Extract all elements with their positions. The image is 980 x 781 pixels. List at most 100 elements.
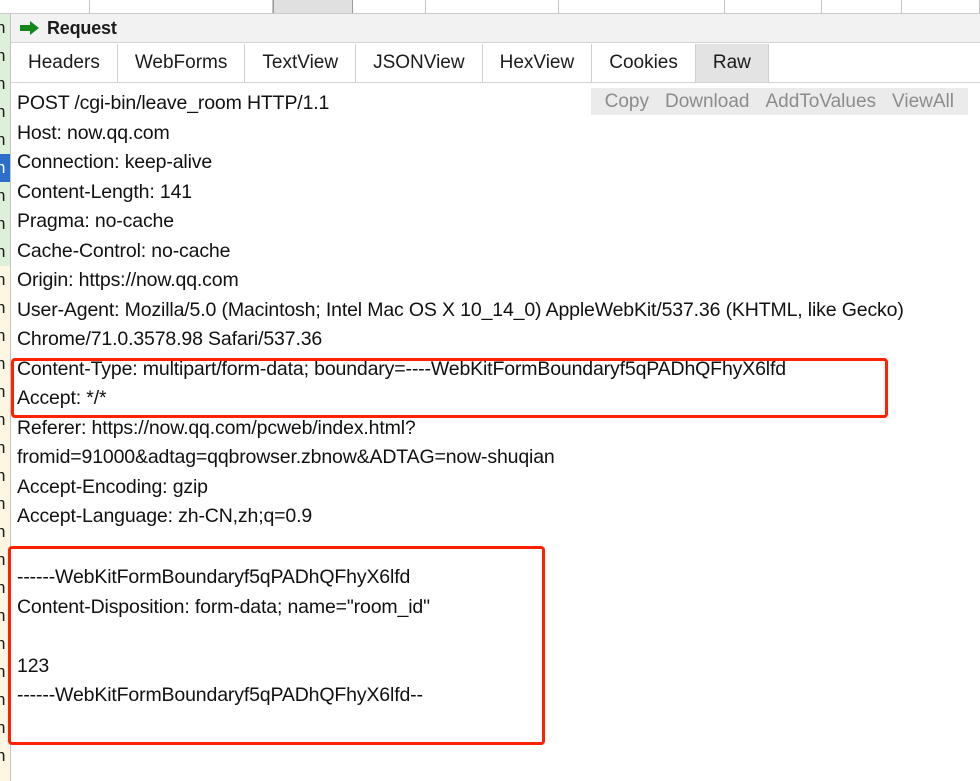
session-row-3[interactable]: n [0, 98, 10, 126]
session-row-label: n [0, 350, 5, 378]
session-grid-column-8[interactable] [902, 0, 980, 13]
session-grid-header-strip [0, 0, 980, 14]
session-grid-column-2[interactable] [273, 0, 353, 13]
session-row-17[interactable]: n [0, 490, 10, 518]
tab-cookies[interactable]: Cookies [592, 44, 696, 82]
raw-header-after-line-3: Accept-Language: zh-CN,zh;q=0.9 [17, 505, 313, 527]
session-row-20[interactable]: n [0, 574, 10, 602]
session-row-label: n [0, 434, 5, 462]
session-row-label: n [0, 406, 5, 434]
download-button[interactable]: Download [657, 91, 758, 113]
session-row-label: n [0, 70, 5, 98]
session-row-label: n [0, 210, 5, 238]
session-grid-column-7[interactable] [822, 0, 902, 13]
session-row-label: n [0, 294, 5, 322]
tab-textview[interactable]: TextView [245, 44, 357, 82]
session-row-6[interactable]: n [0, 182, 10, 210]
inspector-tab-bar[interactable]: Headers WebForms TextView JSONView HexView Co… [11, 44, 980, 83]
tab-headers[interactable]: Headers [11, 44, 118, 82]
raw-highlighted-header-line-1: Accept: */* [17, 387, 107, 409]
session-row-label: n [0, 714, 5, 742]
tab-bar-filler [768, 44, 980, 82]
session-grid-column-0[interactable] [0, 0, 90, 13]
raw-body-line-1: Content-Disposition: form-data; name="ro… [17, 595, 430, 618]
raw-header-after-line-0: Referer: https://now.qq.com/pcweb/index.… [17, 416, 416, 439]
session-row-8[interactable]: n [0, 238, 10, 266]
session-row-label: n [0, 658, 5, 686]
session-row-22[interactable]: n [0, 630, 10, 658]
session-grid-column-1[interactable] [90, 0, 273, 13]
raw-header-line-5: Origin: https://now.qq.com [17, 269, 239, 291]
raw-header-after-line-2: Accept-Encoding: gzip [17, 475, 208, 498]
session-row-16[interactable]: n [0, 462, 10, 490]
raw-user-agent-line: User-Agent: Mozilla/5.0 (Macintosh; Inte… [17, 298, 909, 351]
session-grid-column-3[interactable] [353, 0, 426, 13]
session-row-26[interactable]: n [0, 742, 10, 770]
session-row-label: n [0, 490, 5, 518]
session-row-label: n [0, 14, 5, 42]
session-row-23[interactable]: n [0, 658, 10, 686]
raw-header-line-3: Pragma: no-cache [17, 210, 174, 232]
session-row-2[interactable]: n [0, 70, 10, 98]
session-row-0[interactable]: n [0, 14, 10, 42]
raw-header-line-4: Cache-Control: no-cache [17, 239, 231, 262]
session-row-13[interactable]: n [0, 378, 10, 406]
session-grid-column-4[interactable] [426, 0, 559, 13]
session-row-label: n [0, 742, 5, 770]
raw-body-line-2 [17, 622, 537, 652]
session-row-label: n [0, 42, 5, 70]
tab-jsonview[interactable]: JSONView [356, 44, 483, 82]
session-row-9[interactable]: n [0, 266, 10, 294]
raw-header-line-1: Connection: keep-alive [17, 151, 213, 173]
session-row-label: n [0, 686, 5, 714]
session-row-12[interactable]: n [0, 350, 10, 378]
raw-header-line-0: Host: now.qq.com [17, 121, 170, 144]
session-row-label: n [0, 238, 5, 266]
session-row-label: n [0, 378, 5, 406]
session-row-25[interactable]: n [0, 714, 10, 742]
session-row-18[interactable]: n [0, 518, 10, 546]
session-row-1[interactable]: n [0, 42, 10, 70]
tab-webforms[interactable]: WebForms [117, 44, 246, 82]
raw-body-line-0: ------WebKitFormBoundaryf5qPADhQFhyX6lfd [17, 566, 411, 588]
session-row-label: n [0, 182, 5, 210]
copy-button[interactable]: Copy [597, 91, 657, 113]
session-row-11[interactable]: n [0, 322, 10, 350]
session-row-label: n [0, 518, 5, 546]
session-row-7[interactable]: n [0, 210, 10, 238]
raw-body-line-3: 123 [17, 654, 50, 677]
session-row-14[interactable]: n [0, 406, 10, 434]
session-row-label: n [0, 574, 5, 602]
session-grid-column-5[interactable] [559, 0, 725, 13]
session-list-gutter[interactable]: nnnnnnnnnnnnnnnnnnnnnnnnnnn [0, 14, 11, 781]
session-row-label: n [0, 98, 5, 126]
tab-raw[interactable]: Raw [695, 44, 769, 82]
raw-view-action-toolbar[interactable]: Copy Download AddToValues ViewAll [590, 88, 968, 115]
session-row-label: n [0, 126, 5, 154]
session-row-4[interactable]: n [0, 126, 10, 154]
multipart-body-block: ------WebKitFormBoundaryf5qPADhQFhyX6lfd… [17, 563, 537, 711]
request-header-bar: Request [11, 14, 980, 43]
session-row-5[interactable]: n [0, 154, 10, 182]
session-row-label: n [0, 322, 5, 350]
raw-highlighted-header-line-0: Content-Type: multipart/form-data; bound… [17, 357, 786, 380]
session-row-label: n [0, 266, 5, 294]
session-row-21[interactable]: n [0, 602, 10, 630]
raw-body-line-4: ------WebKitFormBoundaryf5qPADhQFhyX6lfd… [17, 684, 423, 706]
tab-hexview[interactable]: HexView [482, 44, 593, 82]
session-row-24[interactable]: n [0, 686, 10, 714]
session-row-label: n [0, 154, 5, 182]
fiddler-inspector-window: nnnnnnnnnnnnnnnnnnnnnnnnnnn Request Head… [0, 0, 980, 781]
session-grid-column-6[interactable] [725, 0, 822, 13]
session-row-label: n [0, 602, 5, 630]
raw-header-line-2: Content-Length: 141 [17, 180, 192, 203]
green-right-arrow-icon [20, 21, 40, 35]
session-row-label: n [0, 462, 5, 490]
session-row-19[interactable]: n [0, 546, 10, 574]
session-row-15[interactable]: n [0, 434, 10, 462]
session-row-label: n [0, 546, 5, 574]
viewall-button[interactable]: ViewAll [884, 91, 962, 113]
addtovalues-button[interactable]: AddToValues [757, 91, 884, 113]
session-row-10[interactable]: n [0, 294, 10, 322]
session-row-label: n [0, 630, 5, 658]
